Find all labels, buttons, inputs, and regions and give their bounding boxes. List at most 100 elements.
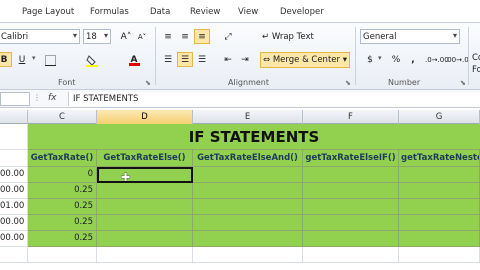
align-bottom-icon[interactable]: ≡ xyxy=(194,29,210,44)
underline-button[interactable]: U xyxy=(14,52,30,67)
align-left-icon[interactable]: ☰ xyxy=(160,52,176,67)
font-size-select[interactable]: 18 ▾ xyxy=(83,29,111,44)
align-right-icon[interactable]: ☰ xyxy=(194,52,210,67)
cell[interactable] xyxy=(303,215,399,231)
orientation-icon[interactable]: ⤢ xyxy=(220,29,236,44)
insert-function-icon[interactable]: fx xyxy=(48,93,57,103)
tab-data[interactable]: Data xyxy=(150,7,170,17)
cell[interactable] xyxy=(399,199,480,215)
merge-center-button[interactable]: ⇔ Merge & Center ▾ xyxy=(260,52,350,68)
table-row xyxy=(0,247,480,263)
column-headers: C D E F G xyxy=(0,110,480,124)
cell[interactable] xyxy=(97,183,193,199)
column-header-e[interactable]: E xyxy=(193,110,303,124)
cell[interactable] xyxy=(0,124,28,150)
cell[interactable]: 00.00 xyxy=(0,231,28,247)
cell[interactable]: 00.00 xyxy=(0,215,28,231)
cell[interactable] xyxy=(399,247,480,263)
sheet-title[interactable]: IF STATEMENTS xyxy=(28,124,480,150)
cell[interactable] xyxy=(303,231,399,247)
cell[interactable] xyxy=(97,231,193,247)
wrap-text-button[interactable]: ↵ Wrap Text xyxy=(262,30,314,44)
cell[interactable] xyxy=(399,215,480,231)
cell[interactable] xyxy=(303,247,399,263)
table-row: 00.00 0 xyxy=(0,167,480,183)
chevron-down-icon: ▾ xyxy=(103,31,108,40)
format-as-table-button[interactable]: Fo xyxy=(472,63,480,77)
formula-input[interactable]: IF STATEMENTS xyxy=(68,92,480,106)
bold-button[interactable]: B xyxy=(0,52,12,67)
dialog-launcher-icon[interactable]: ⬊ xyxy=(145,79,151,87)
cell[interactable] xyxy=(0,150,28,167)
percent-button[interactable]: % xyxy=(388,52,404,67)
font-name-select[interactable]: Calibri ▾ xyxy=(0,29,80,44)
fill-color-icon[interactable] xyxy=(84,52,100,67)
cell[interactable] xyxy=(303,183,399,199)
cell[interactable]: 0.25 xyxy=(28,215,97,231)
tab-page-layout[interactable]: Page Layout xyxy=(22,7,74,17)
currency-button[interactable]: $ xyxy=(362,52,378,67)
cell[interactable] xyxy=(303,199,399,215)
align-center-icon[interactable]: ☰ xyxy=(177,52,193,67)
dialog-launcher-icon[interactable]: ⬊ xyxy=(345,79,351,87)
cell[interactable]: 00.00 xyxy=(0,167,28,183)
shrink-font-button[interactable]: A˅ xyxy=(134,29,150,44)
cell[interactable] xyxy=(193,215,303,231)
cell[interactable]: 0.25 xyxy=(28,231,97,247)
cell[interactable] xyxy=(193,231,303,247)
cell[interactable] xyxy=(97,199,193,215)
increase-decimal-button[interactable]: .0→.00 xyxy=(424,52,449,67)
decrease-indent-icon[interactable]: ⇤ xyxy=(220,52,236,67)
column-header-d[interactable]: D xyxy=(97,110,193,124)
chevron-down-icon[interactable]: ▾ xyxy=(378,54,382,62)
increase-indent-icon[interactable]: ⇥ xyxy=(237,52,253,67)
table-row: 00.00 0.25 xyxy=(0,231,480,247)
cell[interactable] xyxy=(399,183,480,199)
header-cell-g[interactable]: getTaxRateNeste xyxy=(399,150,480,167)
borders-icon[interactable] xyxy=(42,52,58,67)
cell[interactable] xyxy=(193,247,303,263)
cell[interactable] xyxy=(97,167,193,183)
chevron-down-icon[interactable]: ▾ xyxy=(32,54,36,62)
column-header-c[interactable]: C xyxy=(28,110,97,124)
chevron-down-icon: ▾ xyxy=(452,31,457,40)
cell[interactable] xyxy=(193,167,303,183)
number-format-select[interactable]: General ▾ xyxy=(360,29,460,44)
cell[interactable] xyxy=(97,215,193,231)
align-top-icon[interactable]: ≡ xyxy=(160,29,176,44)
column-header-g[interactable]: G xyxy=(399,110,480,124)
column-header-f[interactable]: F xyxy=(303,110,399,124)
table-row: 00.00 0.25 xyxy=(0,215,480,231)
cell[interactable] xyxy=(97,247,193,263)
decrease-decimal-button[interactable]: .00→.0 xyxy=(444,52,469,67)
dialog-launcher-icon[interactable]: ⬊ xyxy=(460,79,466,87)
chevron-down-icon: ▾ xyxy=(72,31,77,40)
tab-formulas[interactable]: Formulas xyxy=(90,7,129,17)
header-cell-d[interactable]: GetTaxRateElse() xyxy=(97,150,193,167)
cell[interactable] xyxy=(0,247,28,263)
name-box[interactable] xyxy=(0,92,30,106)
cell[interactable] xyxy=(28,247,97,263)
comma-style-button[interactable]: , xyxy=(405,52,421,67)
cell[interactable]: 0.25 xyxy=(28,199,97,215)
cell[interactable] xyxy=(193,183,303,199)
cell[interactable] xyxy=(193,199,303,215)
cell[interactable] xyxy=(399,231,480,247)
tab-review[interactable]: Review xyxy=(190,7,220,17)
tab-view[interactable]: View xyxy=(238,7,258,17)
grow-font-button[interactable]: A˄ xyxy=(118,29,134,44)
header-cell-c[interactable]: GetTaxRate() xyxy=(28,150,97,167)
header-cell-e[interactable]: GetTaxRateElseAnd() xyxy=(193,150,303,167)
cell[interactable]: 01.00 xyxy=(0,199,28,215)
cell[interactable]: 0 xyxy=(28,167,97,183)
font-color-button[interactable]: A xyxy=(126,52,142,67)
header-cell-f[interactable]: getTaxRateElseIF() xyxy=(303,150,399,167)
cell[interactable]: 00.00 xyxy=(0,183,28,199)
column-header-b[interactable] xyxy=(0,110,28,124)
group-divider xyxy=(468,27,469,85)
cell[interactable]: 0.25 xyxy=(28,183,97,199)
align-middle-icon[interactable]: ≡ xyxy=(177,29,193,44)
tab-developer[interactable]: Developer xyxy=(280,7,324,17)
cell[interactable] xyxy=(399,167,480,183)
cell[interactable] xyxy=(303,167,399,183)
